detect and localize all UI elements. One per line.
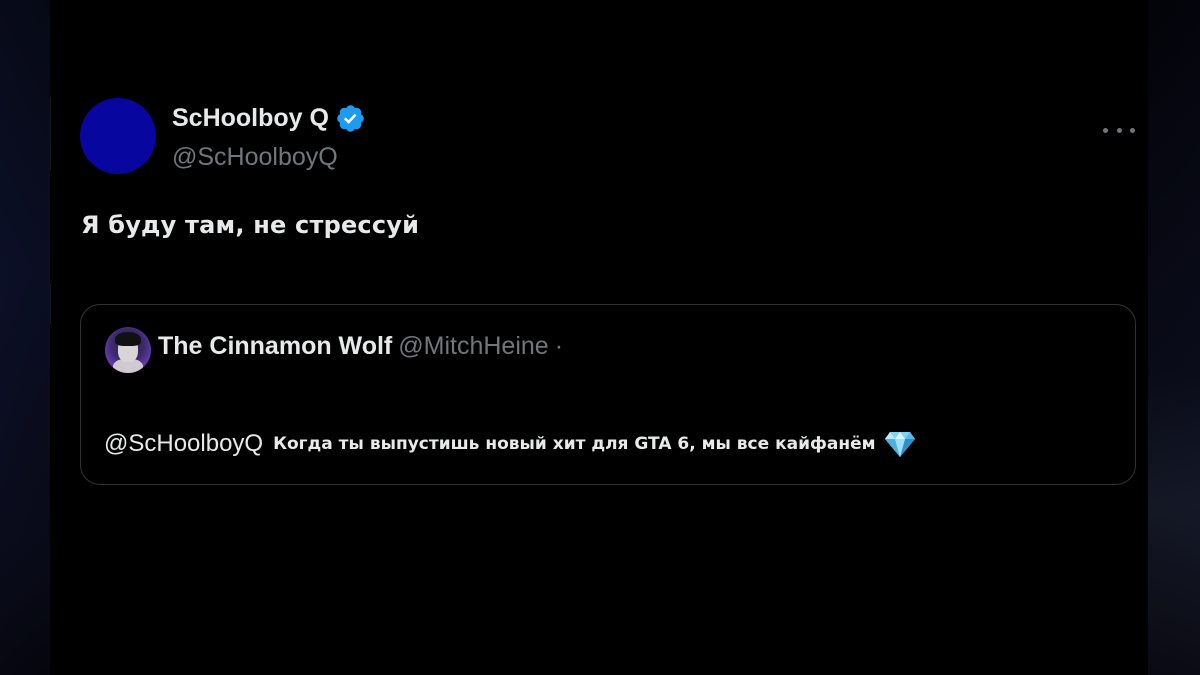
thread-divider-top <box>50 97 51 171</box>
quoted-author-handle[interactable]: @MitchHeine <box>398 332 548 360</box>
more-horizontal-icon[interactable] <box>1103 120 1135 140</box>
more-dot <box>1116 127 1122 133</box>
tweet-text: Я буду там, не стрессуй <box>81 211 420 239</box>
quoted-mention[interactable]: @ScHoolboyQ <box>104 427 263 461</box>
author-avatar[interactable] <box>80 98 156 174</box>
more-dot <box>1103 127 1108 133</box>
tweet-screenshot: ScHoolboy Q @ScHoolboyQ Я буду там, не с… <box>0 0 1200 675</box>
quoted-author-name[interactable]: The Cinnamon Wolf <box>158 332 392 360</box>
quoted-tweet-card[interactable]: The Cinnamon Wolf @MitchHeine · @ScHoolboy… <box>80 304 1136 485</box>
thread-divider-bottom <box>50 284 51 324</box>
left-edge-shadow <box>0 0 50 675</box>
header-separator: · <box>554 332 564 360</box>
gem-stone-icon <box>884 432 915 457</box>
avatar-hair <box>115 332 141 346</box>
author-handle[interactable]: @ScHoolboyQ <box>172 140 338 174</box>
quoted-tweet-body: @ScHoolboyQ Когда ты выпустишь новый хит… <box>104 427 916 461</box>
verified-badge-icon <box>337 104 364 132</box>
author-display-name[interactable]: ScHoolboy Q <box>172 101 329 135</box>
right-edge-shadow <box>1148 0 1200 675</box>
author-name-row[interactable]: ScHoolboy Q <box>172 101 366 135</box>
quoted-tweet-text: Когда ты выпустишь новый хит для GTA 6, … <box>273 434 876 454</box>
quoted-author-avatar[interactable] <box>105 327 151 373</box>
quoted-tweet-header: The Cinnamon Wolf @MitchHeine · <box>158 329 563 363</box>
more-dot <box>1130 127 1135 133</box>
